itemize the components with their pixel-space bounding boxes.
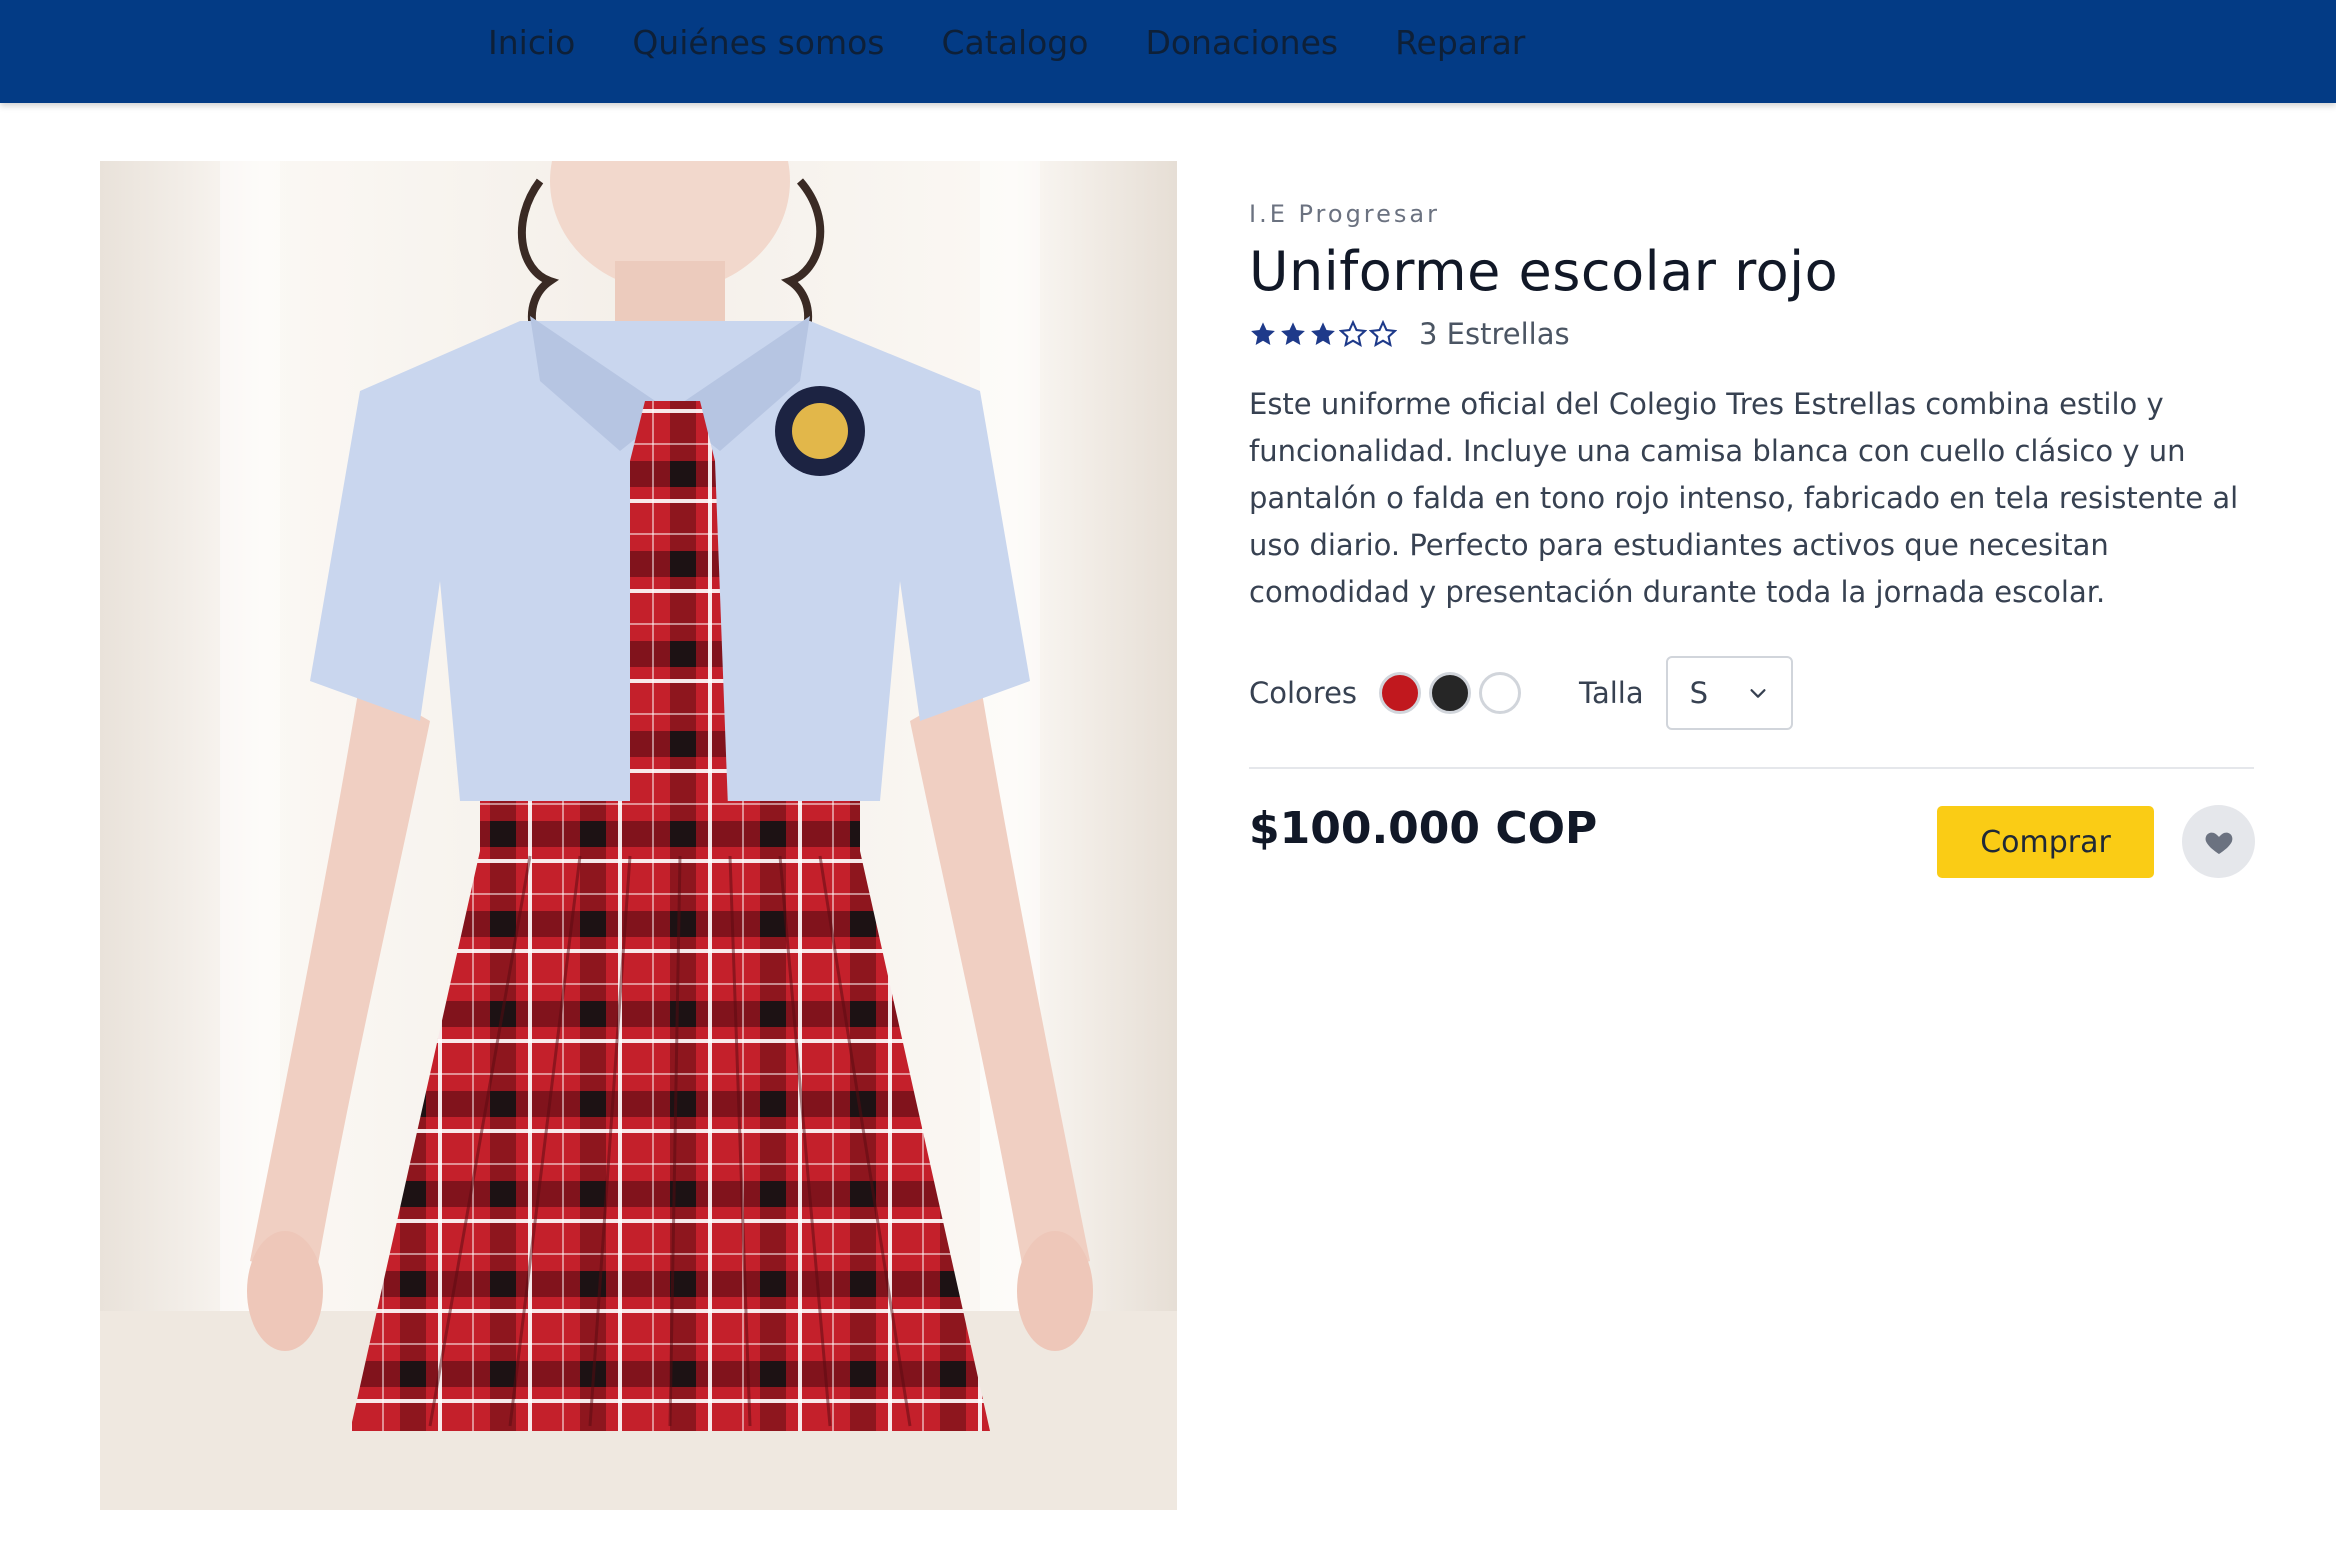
- price-row: $100.000 COP Comprar: [1249, 769, 2255, 881]
- star-filled-icon: [1311, 322, 1335, 345]
- color-swatches: [1379, 672, 1522, 714]
- nav-link-reparar[interactable]: Reparar: [1395, 18, 1525, 68]
- size-selected-value: S: [1689, 676, 1709, 710]
- product-description: Este uniforme oficial del Colegio Tres E…: [1249, 387, 2239, 609]
- main-nav: Inicio Quiénes somos Catalogo Donaciones…: [488, 18, 1525, 68]
- heart-icon: [2205, 832, 2232, 854]
- uniform-illustration: [100, 161, 1177, 1510]
- rating: 3 Estrellas: [1249, 309, 2254, 359]
- colors-label: Colores: [1249, 676, 1358, 710]
- buy-button[interactable]: Comprar: [1937, 806, 2154, 878]
- star-filled-icon: [1251, 322, 1275, 345]
- color-swatch-red[interactable]: [1379, 672, 1422, 714]
- product-title: Uniforme escolar rojo: [1249, 240, 1839, 303]
- size-label: Talla: [1579, 676, 1644, 710]
- rating-label: 3 Estrellas: [1419, 317, 1570, 351]
- color-swatch-white[interactable]: [1479, 672, 1522, 714]
- nav-link-inicio[interactable]: Inicio: [488, 18, 575, 68]
- star-outline-icon: [1339, 320, 1367, 348]
- nav-link-donaciones[interactable]: Donaciones: [1145, 18, 1338, 68]
- star-filled-icon: [1281, 322, 1305, 345]
- chevron-down-icon: [1750, 689, 1766, 698]
- product-brand: I.E Progresar: [1249, 200, 1440, 228]
- color-swatch-black[interactable]: [1429, 672, 1472, 714]
- star-outline-icon: [1369, 320, 1397, 348]
- favorite-button[interactable]: [2182, 805, 2255, 878]
- nav-link-quienes-somos[interactable]: Quiénes somos: [632, 18, 884, 68]
- top-navigation-bar: Inicio Quiénes somos Catalogo Donaciones…: [0, 0, 2336, 103]
- product-options: Colores Talla S: [1249, 656, 2254, 730]
- product-image: [100, 161, 1177, 1510]
- size-select[interactable]: S: [1665, 656, 1793, 730]
- product-price: $100.000 COP: [1249, 803, 1598, 854]
- product-info: I.E Progresar Uniforme escolar rojo 3 Es…: [1249, 195, 2255, 881]
- star-rating: [1249, 320, 1397, 348]
- nav-link-catalogo[interactable]: Catalogo: [942, 18, 1089, 68]
